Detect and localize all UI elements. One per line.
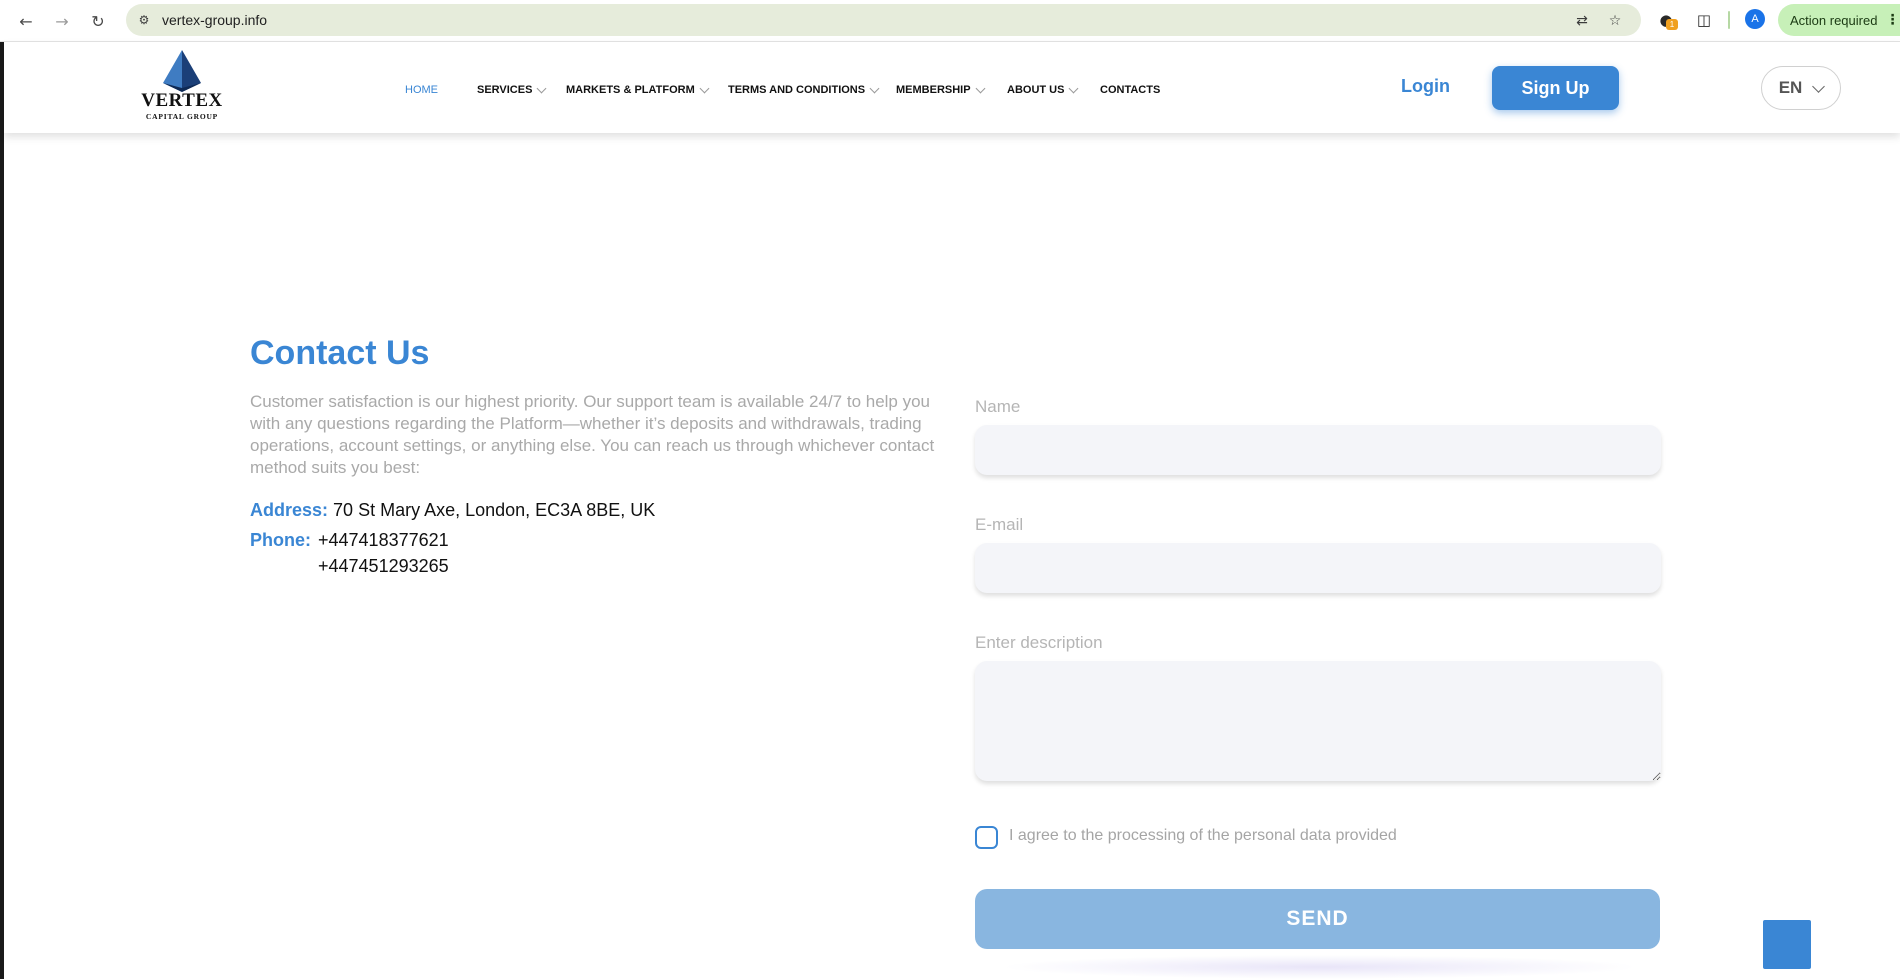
page-title: Contact Us — [250, 334, 430, 372]
chevron-down-icon — [869, 83, 880, 93]
nav-terms-conditions[interactable]: TERMS AND CONDITIONS — [728, 83, 880, 96]
scroll-to-top-button[interactable] — [1763, 920, 1811, 969]
address-bar[interactable]: ⚙ vertex-group.info ⇄ ☆ — [126, 4, 1641, 36]
agree-checkbox[interactable] — [975, 826, 998, 849]
sign-up-button[interactable]: Sign Up — [1492, 66, 1619, 110]
name-field[interactable] — [975, 425, 1661, 475]
description-field-label: Enter description — [975, 633, 1103, 652]
send-button[interactable]: SEND — [975, 889, 1660, 949]
address-value: 70 St Mary Axe, London, EC3A 8BE, UK — [333, 500, 656, 520]
nav-services[interactable]: SERVICES — [477, 83, 547, 96]
nav-services-label: SERVICES — [477, 84, 533, 96]
agree-label[interactable]: I agree to the processing of the persona… — [1009, 827, 1397, 845]
send-button-glow — [1000, 955, 1640, 979]
language-selector[interactable]: EN — [1761, 66, 1841, 110]
toolbar-divider — [1728, 11, 1730, 29]
phone-number-2[interactable]: +447451293265 — [318, 556, 449, 577]
window-edge — [0, 42, 4, 979]
nav-contacts[interactable]: CONTACTS — [1100, 84, 1160, 96]
tune-icon[interactable]: ⚙ — [136, 12, 152, 28]
address-url[interactable]: vertex-group.info — [162, 12, 267, 28]
logo-wordmark: VERTEX — [141, 90, 223, 111]
nav-membership[interactable]: MEMBERSHIP — [896, 83, 986, 96]
login-link[interactable]: Login — [1401, 76, 1450, 97]
star-icon[interactable]: ☆ — [1605, 11, 1625, 31]
action-required-label: Action required — [1790, 12, 1878, 28]
back-arrow-icon[interactable]: ← — [14, 9, 38, 33]
forward-arrow-icon[interactable]: → — [50, 9, 74, 33]
email-field-label: E-mail — [975, 515, 1024, 534]
name-field-label: Name — [975, 397, 1021, 416]
phone-number-1[interactable]: +447418377621 — [318, 530, 449, 551]
nav-about-us[interactable]: ABOUT US — [1007, 83, 1079, 96]
nav-home-label: HOME — [405, 84, 438, 96]
pyramid-icon — [163, 50, 201, 92]
nav-home[interactable]: HOME — [405, 84, 438, 96]
language-label: EN — [1778, 78, 1803, 97]
chevron-down-icon — [536, 83, 547, 93]
site-header: VERTEX CAPITAL GROUP HOME SERVICES MARKE… — [4, 42, 1900, 133]
browser-toolbar: ← → ↻ ⚙ vertex-group.info ⇄ ☆ ● 1 ◫ A Ac… — [0, 0, 1900, 42]
extension-badge: 1 — [1666, 19, 1678, 30]
address-label: Address: — [250, 500, 329, 520]
nav-markets-platform[interactable]: MARKETS & PLATFORM — [566, 83, 710, 96]
contact-intro: Customer satisfaction is our highest pri… — [250, 392, 935, 477]
vertex-logo[interactable]: VERTEX CAPITAL GROUP — [136, 50, 228, 125]
nav-contacts-label: CONTACTS — [1100, 84, 1161, 96]
logo-subtitle: CAPITAL GROUP — [145, 112, 219, 121]
kebab-menu-icon[interactable]: ⋮ — [1885, 12, 1899, 28]
chevron-down-icon — [975, 83, 986, 93]
translate-icon[interactable]: ⇄ — [1572, 11, 1592, 31]
nav-markets-platform-label: MARKETS & PLATFORM — [566, 84, 695, 96]
reload-icon[interactable]: ↻ — [86, 9, 110, 33]
nav-membership-label: MEMBERSHIP — [896, 84, 971, 96]
nav-terms-conditions-label: TERMS AND CONDITIONS — [728, 84, 866, 96]
puzzle-icon[interactable]: ◫ — [1693, 9, 1715, 31]
chevron-down-icon — [1812, 79, 1826, 93]
nav-about-us-label: ABOUT US — [1007, 84, 1065, 96]
description-field[interactable] — [975, 661, 1661, 781]
phone-label: Phone: — [250, 530, 311, 550]
avatar[interactable]: A — [1745, 9, 1765, 29]
action-required-button[interactable]: Action required ⋮ — [1778, 4, 1900, 36]
chevron-down-icon — [1069, 83, 1079, 93]
address-row: Address: 70 St Mary Axe, London, EC3A 8B… — [250, 500, 655, 521]
chevron-down-icon — [699, 83, 710, 93]
email-field[interactable] — [975, 543, 1661, 593]
